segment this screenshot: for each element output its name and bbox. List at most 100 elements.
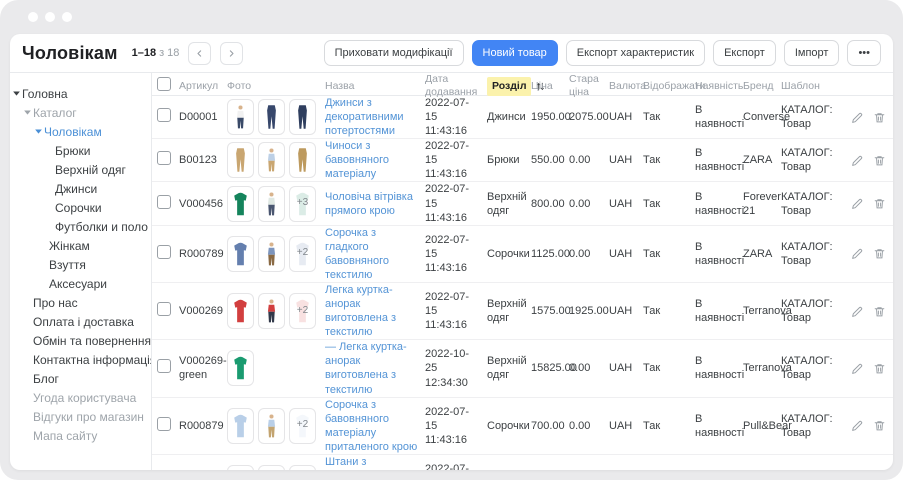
row-checkbox[interactable] bbox=[157, 151, 171, 165]
edit-button[interactable] bbox=[851, 419, 864, 432]
sidebar-item-home[interactable]: Головна bbox=[10, 85, 151, 104]
pagination-next-button[interactable] bbox=[220, 42, 243, 65]
more-actions-button[interactable]: ••• bbox=[847, 40, 881, 66]
sidebar-item-outerwear[interactable]: Верхній одяг bbox=[10, 161, 151, 180]
column-header[interactable]: Валюта bbox=[609, 80, 643, 93]
more-photos-badge[interactable]: +2 bbox=[289, 465, 316, 470]
product-photo[interactable] bbox=[227, 465, 254, 470]
delete-button[interactable] bbox=[873, 419, 886, 432]
sidebar-item-men[interactable]: Чоловікам bbox=[10, 123, 151, 142]
product-link[interactable]: Чоловіча вітрівка прямого крою bbox=[325, 191, 413, 217]
sidebar-item-reviews[interactable]: Відгуки про магазин bbox=[10, 408, 151, 427]
product-link[interactable]: Джинси з декоративними потертостями bbox=[325, 97, 404, 137]
sidebar-item-jeans[interactable]: Джинси bbox=[10, 180, 151, 199]
more-photos-badge[interactable]: +2 bbox=[289, 293, 316, 329]
edit-button[interactable] bbox=[851, 154, 864, 167]
trash-icon bbox=[873, 111, 886, 124]
sidebar-item-user-agreement[interactable]: Угода користувача bbox=[10, 389, 151, 408]
more-photos-badge[interactable]: +2 bbox=[289, 408, 316, 444]
product-photo[interactable] bbox=[227, 186, 254, 222]
export-button[interactable]: Експорт bbox=[713, 40, 776, 66]
table-row: V000269+2Легка куртка-анорак виготовлена… bbox=[152, 283, 893, 340]
column-header[interactable]: Артикул bbox=[179, 80, 227, 93]
sidebar-item-contacts[interactable]: Контактна інформація bbox=[10, 351, 151, 370]
import-button[interactable]: Імпорт bbox=[784, 40, 840, 66]
column-header[interactable]: Стара ціна bbox=[569, 73, 609, 100]
cell-brand: Terranova bbox=[743, 304, 781, 318]
delete-button[interactable] bbox=[873, 247, 886, 260]
column-header[interactable]: Розділ bbox=[487, 77, 531, 96]
cell-old-price: 0.00 bbox=[569, 197, 609, 211]
edit-button[interactable] bbox=[851, 111, 864, 124]
edit-button[interactable] bbox=[851, 197, 864, 210]
row-checkbox[interactable] bbox=[157, 359, 171, 373]
delete-button[interactable] bbox=[873, 197, 886, 210]
product-link[interactable]: Штани з бавовняного матеріалу прямого кр… bbox=[325, 456, 395, 470]
product-photo[interactable] bbox=[227, 99, 254, 135]
sidebar-item-payment-delivery[interactable]: Оплата і доставка bbox=[10, 313, 151, 332]
sidebar-item-catalog[interactable]: Каталог bbox=[10, 104, 151, 123]
column-header[interactable]: Наявність bbox=[695, 80, 743, 93]
product-photo[interactable] bbox=[289, 99, 316, 135]
delete-button[interactable] bbox=[873, 111, 886, 124]
product-photo[interactable] bbox=[258, 408, 285, 444]
column-header[interactable]: Ціна bbox=[531, 80, 569, 93]
export-characteristics-button[interactable]: Експорт характеристик bbox=[566, 40, 705, 66]
more-photos-badge[interactable]: +2 bbox=[289, 236, 316, 272]
select-all-checkbox[interactable] bbox=[157, 77, 171, 91]
cell-actions bbox=[851, 154, 893, 167]
column-header[interactable]: Відображати bbox=[643, 80, 695, 93]
sidebar-item-sitemap[interactable]: Мапа сайту bbox=[10, 427, 151, 446]
sidebar-item-shirts[interactable]: Сорочки bbox=[10, 199, 151, 218]
product-photo[interactable] bbox=[227, 293, 254, 329]
column-header[interactable]: Шаблон bbox=[781, 80, 851, 93]
column-header[interactable]: Назва bbox=[325, 80, 425, 93]
product-link[interactable]: Легка куртка-анорак виготовлена з тексти… bbox=[325, 284, 396, 338]
edit-button[interactable] bbox=[851, 362, 864, 375]
product-photo[interactable] bbox=[227, 236, 254, 272]
sidebar-item-shoes[interactable]: Взуття bbox=[10, 256, 151, 275]
row-checkbox[interactable] bbox=[157, 195, 171, 209]
cell-currency: UAH bbox=[609, 197, 643, 211]
row-checkbox[interactable] bbox=[157, 108, 171, 122]
product-photo[interactable] bbox=[258, 465, 285, 470]
sidebar-item-exchange-return[interactable]: Обмін та повернення bbox=[10, 332, 151, 351]
sidebar-item-tshirts-polo[interactable]: Футболки и поло bbox=[10, 218, 151, 237]
delete-button[interactable] bbox=[873, 362, 886, 375]
sidebar-item-about[interactable]: Про нас bbox=[10, 294, 151, 313]
product-link[interactable]: Сорочка з гладкого бавовняного текстилю bbox=[325, 227, 389, 281]
product-photo[interactable] bbox=[258, 99, 285, 135]
new-product-button[interactable]: Новий товар bbox=[472, 40, 558, 66]
delete-button[interactable] bbox=[873, 305, 886, 318]
edit-button[interactable] bbox=[851, 305, 864, 318]
product-photo[interactable] bbox=[258, 236, 285, 272]
column-header[interactable]: Бренд bbox=[743, 80, 781, 93]
delete-button[interactable] bbox=[873, 154, 886, 167]
column-header[interactable]: Фото bbox=[227, 80, 325, 93]
product-photo[interactable] bbox=[227, 142, 254, 178]
cell-template: КАТАЛОГ: Товар bbox=[781, 190, 851, 218]
product-link[interactable]: — Легка куртка-анорак виготовлена з текс… bbox=[325, 341, 407, 395]
product-photo[interactable] bbox=[258, 186, 285, 222]
product-photo[interactable] bbox=[289, 142, 316, 178]
product-link[interactable]: Сорочка з бавовняного матеріалу притален… bbox=[325, 399, 417, 453]
sidebar: ГоловнаКаталогЧоловікамБрюкиВерхній одяг… bbox=[10, 73, 152, 470]
cell-date-added: 2022-07-15 11:43:16 bbox=[425, 139, 487, 181]
sidebar-item-accessories[interactable]: Аксесуари bbox=[10, 275, 151, 294]
sidebar-item-women[interactable]: Жінкам bbox=[10, 237, 151, 256]
hide-modifications-button[interactable]: Приховати модифікації bbox=[324, 40, 464, 66]
product-link[interactable]: Чиноси з бавовняного матеріалу bbox=[325, 140, 389, 180]
product-photo[interactable] bbox=[258, 293, 285, 329]
product-photo[interactable] bbox=[227, 350, 254, 386]
edit-button[interactable] bbox=[851, 247, 864, 260]
sidebar-item-blog[interactable]: Блог bbox=[10, 370, 151, 389]
sidebar-item-trousers[interactable]: Брюки bbox=[10, 142, 151, 161]
pagination-prev-button[interactable] bbox=[188, 42, 211, 65]
row-checkbox[interactable] bbox=[157, 302, 171, 316]
cell-old-price: 1925.00 bbox=[569, 304, 609, 318]
row-checkbox[interactable] bbox=[157, 417, 171, 431]
more-photos-badge[interactable]: +3 bbox=[289, 186, 316, 222]
product-photo[interactable] bbox=[227, 408, 254, 444]
product-photo[interactable] bbox=[258, 142, 285, 178]
row-checkbox[interactable] bbox=[157, 245, 171, 259]
